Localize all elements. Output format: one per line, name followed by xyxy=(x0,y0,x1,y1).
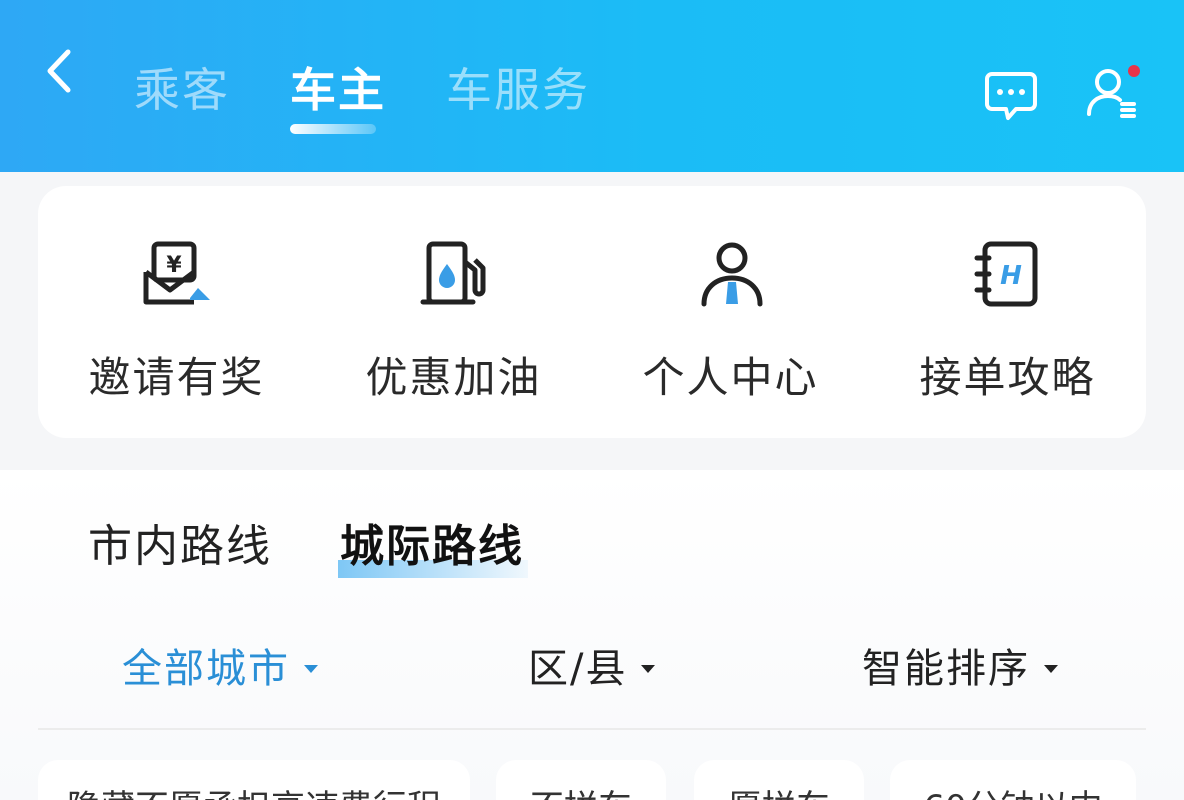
tab-city-routes[interactable]: 市内路线 xyxy=(88,520,272,574)
chip-carpool[interactable]: 愿拼车 xyxy=(694,760,864,800)
chip-within-60-min[interactable]: 60分钟以内 xyxy=(890,760,1136,800)
tab-driver[interactable]: 车主 xyxy=(290,62,386,118)
filter-all-cities[interactable]: 全部城市 xyxy=(122,644,318,694)
chip-no-carpool[interactable]: 不拼车 xyxy=(496,760,666,800)
quick-action-profile[interactable]: 个人中心 xyxy=(592,186,869,438)
caret-down-icon xyxy=(641,665,656,673)
quick-action-fuel[interactable]: 优惠加油 xyxy=(315,186,592,438)
chip-hide-toll-trips[interactable]: 隐藏不愿承担高速费行程 xyxy=(38,760,470,800)
back-arrow-icon[interactable] xyxy=(40,46,80,96)
caret-down-icon xyxy=(1044,665,1058,673)
tab-passenger[interactable]: 乘客 xyxy=(134,62,230,118)
active-tab-indicator xyxy=(290,124,376,134)
quick-action-label: 个人中心 xyxy=(642,353,819,402)
person-icon xyxy=(701,242,763,307)
svg-text:H: H xyxy=(1000,261,1022,291)
quick-action-label: 优惠加油 xyxy=(365,353,542,402)
invite-reward-icon: ¥ xyxy=(143,241,210,305)
svg-text:¥: ¥ xyxy=(166,253,182,278)
divider xyxy=(38,728,1146,730)
message-icon[interactable] xyxy=(984,70,1038,122)
quick-action-invite[interactable]: ¥ 邀请有奖 xyxy=(38,186,315,438)
quick-actions-card: ¥ 邀请有奖 优惠加油 个人中心 H 接单攻略 xyxy=(38,186,1146,438)
caret-down-icon xyxy=(304,665,318,673)
user-profile-icon[interactable] xyxy=(1084,64,1142,122)
quick-action-guide[interactable]: H 接单攻略 xyxy=(869,186,1146,438)
top-header: 乘客 车主 车服务 xyxy=(0,0,1184,172)
filter-label: 智能排序 xyxy=(862,646,1030,692)
filter-label: 区/县 xyxy=(528,646,628,692)
guide-notebook-icon: H xyxy=(974,241,1038,307)
filter-district[interactable]: 区/县 xyxy=(528,644,656,694)
filter-smart-sort[interactable]: 智能排序 xyxy=(862,644,1058,694)
filter-label: 全部城市 xyxy=(122,646,290,692)
quick-action-label: 邀请有奖 xyxy=(88,353,265,402)
fuel-pump-icon xyxy=(420,241,486,305)
tab-car-service[interactable]: 车服务 xyxy=(446,62,590,118)
route-section: 市内路线 城际路线 全部城市 区/县 智能排序 隐藏不愿承担高速费行程 不拼车 … xyxy=(0,470,1184,800)
quick-action-label: 接单攻略 xyxy=(919,353,1096,402)
notification-dot xyxy=(1128,65,1140,77)
tab-intercity-routes[interactable]: 城际路线 xyxy=(340,520,524,574)
